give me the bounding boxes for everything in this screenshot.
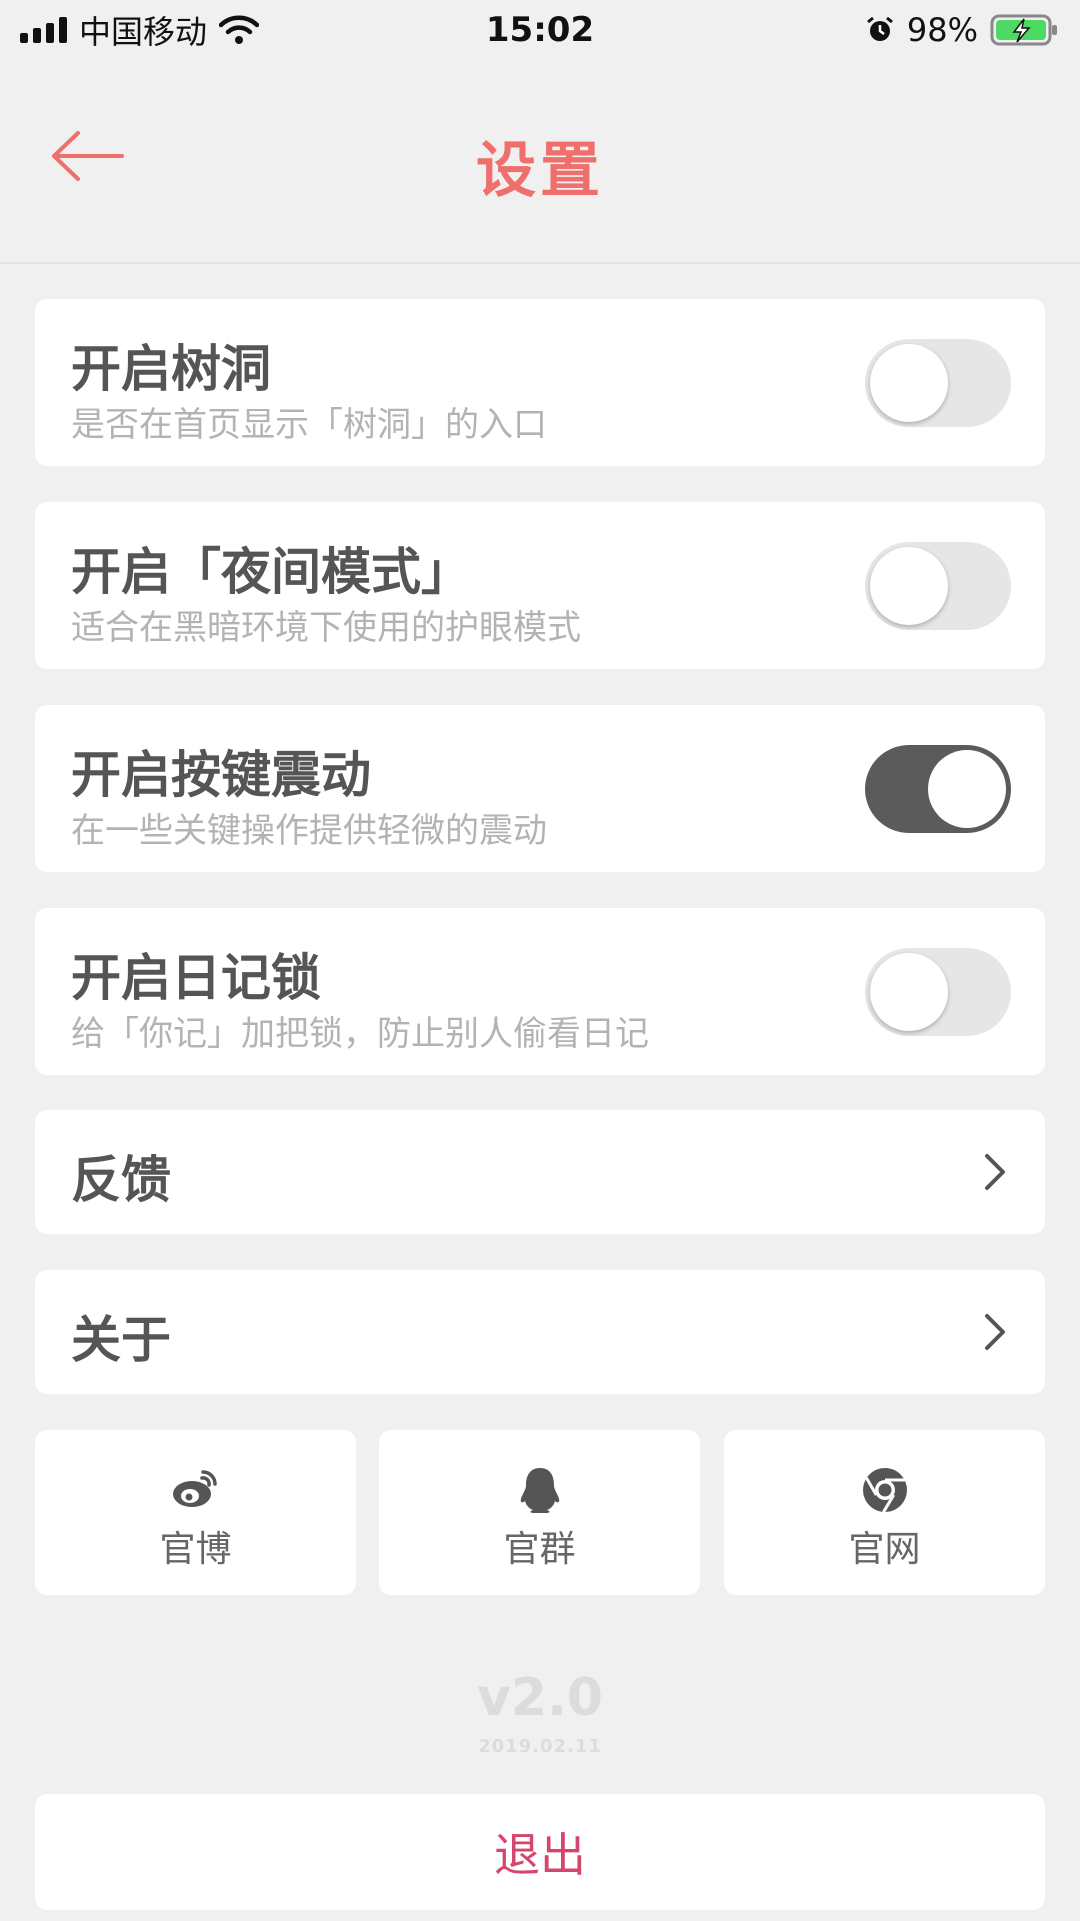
night-mode-toggle[interactable] — [865, 542, 1011, 630]
social-label: 官网 — [848, 1529, 921, 1570]
toggle-knob — [870, 344, 948, 422]
official-qq-group-button[interactable]: 官群 — [379, 1430, 700, 1595]
about-label: 关于 — [71, 1311, 171, 1369]
clock: 15:02 — [485, 10, 595, 50]
setting-title: 开启按键震动 — [71, 746, 371, 804]
social-label: 官博 — [159, 1529, 232, 1570]
key-vibration-toggle[interactable] — [865, 745, 1011, 833]
official-weibo-button[interactable]: 官博 — [35, 1430, 356, 1595]
feedback-row[interactable]: 反馈 — [35, 1110, 1045, 1234]
logout-button[interactable]: 退出 — [35, 1794, 1045, 1910]
setting-night-mode: 开启「夜间模式」 适合在黑暗环境下使用的护眼模式 — [35, 502, 1045, 669]
version-number: v2.0 — [476, 1668, 603, 1728]
battery-charging-icon — [990, 14, 1057, 46]
about-row[interactable]: 关于 — [35, 1270, 1045, 1394]
chevron-right-icon — [985, 1314, 1005, 1350]
setting-key-vibration: 开启按键震动 在一些关键操作提供轻微的震动 — [35, 705, 1045, 872]
setting-subtitle: 给「你记」加把锁，防止别人偷看日记 — [71, 1014, 649, 1054]
setting-subtitle: 在一些关键操作提供轻微的震动 — [71, 811, 547, 851]
setting-title: 开启树洞 — [71, 340, 271, 398]
status-bar: 中国移动 15:02 98% — [0, 0, 1080, 60]
nav-bar: 设置 — [0, 60, 1080, 264]
weibo-icon — [172, 1470, 217, 1507]
setting-subtitle: 适合在黑暗环境下使用的护眼模式 — [71, 608, 581, 648]
setting-subtitle: 是否在首页显示「树洞」的入口 — [71, 405, 547, 445]
setting-diary-lock: 开启日记锁 给「你记」加把锁，防止别人偷看日记 — [35, 908, 1045, 1075]
toggle-knob — [870, 547, 948, 625]
feedback-label: 反馈 — [71, 1151, 171, 1209]
official-website-button[interactable]: 官网 — [724, 1430, 1045, 1595]
alarm-icon — [866, 16, 893, 41]
diary-lock-toggle[interactable] — [865, 948, 1011, 1036]
tree-hole-toggle[interactable] — [865, 339, 1011, 427]
toggle-knob — [928, 750, 1006, 828]
social-label: 官群 — [503, 1529, 576, 1570]
toggle-knob — [870, 953, 948, 1031]
chrome-icon — [862, 1468, 907, 1513]
carrier-label: 中国移动 — [79, 13, 208, 51]
qq-icon — [520, 1468, 559, 1513]
version-date: 2019.02.11 — [478, 1736, 602, 1757]
signal-icon — [20, 17, 67, 43]
chevron-right-icon — [985, 1154, 1005, 1190]
page-title: 设置 — [476, 136, 604, 206]
setting-tree-hole: 开启树洞 是否在首页显示「树洞」的入口 — [35, 299, 1045, 466]
setting-title: 开启「夜间模式」 — [71, 543, 471, 601]
battery-percent: 98% — [906, 11, 978, 49]
wifi-icon — [219, 15, 260, 44]
setting-title: 开启日记锁 — [71, 949, 321, 1007]
